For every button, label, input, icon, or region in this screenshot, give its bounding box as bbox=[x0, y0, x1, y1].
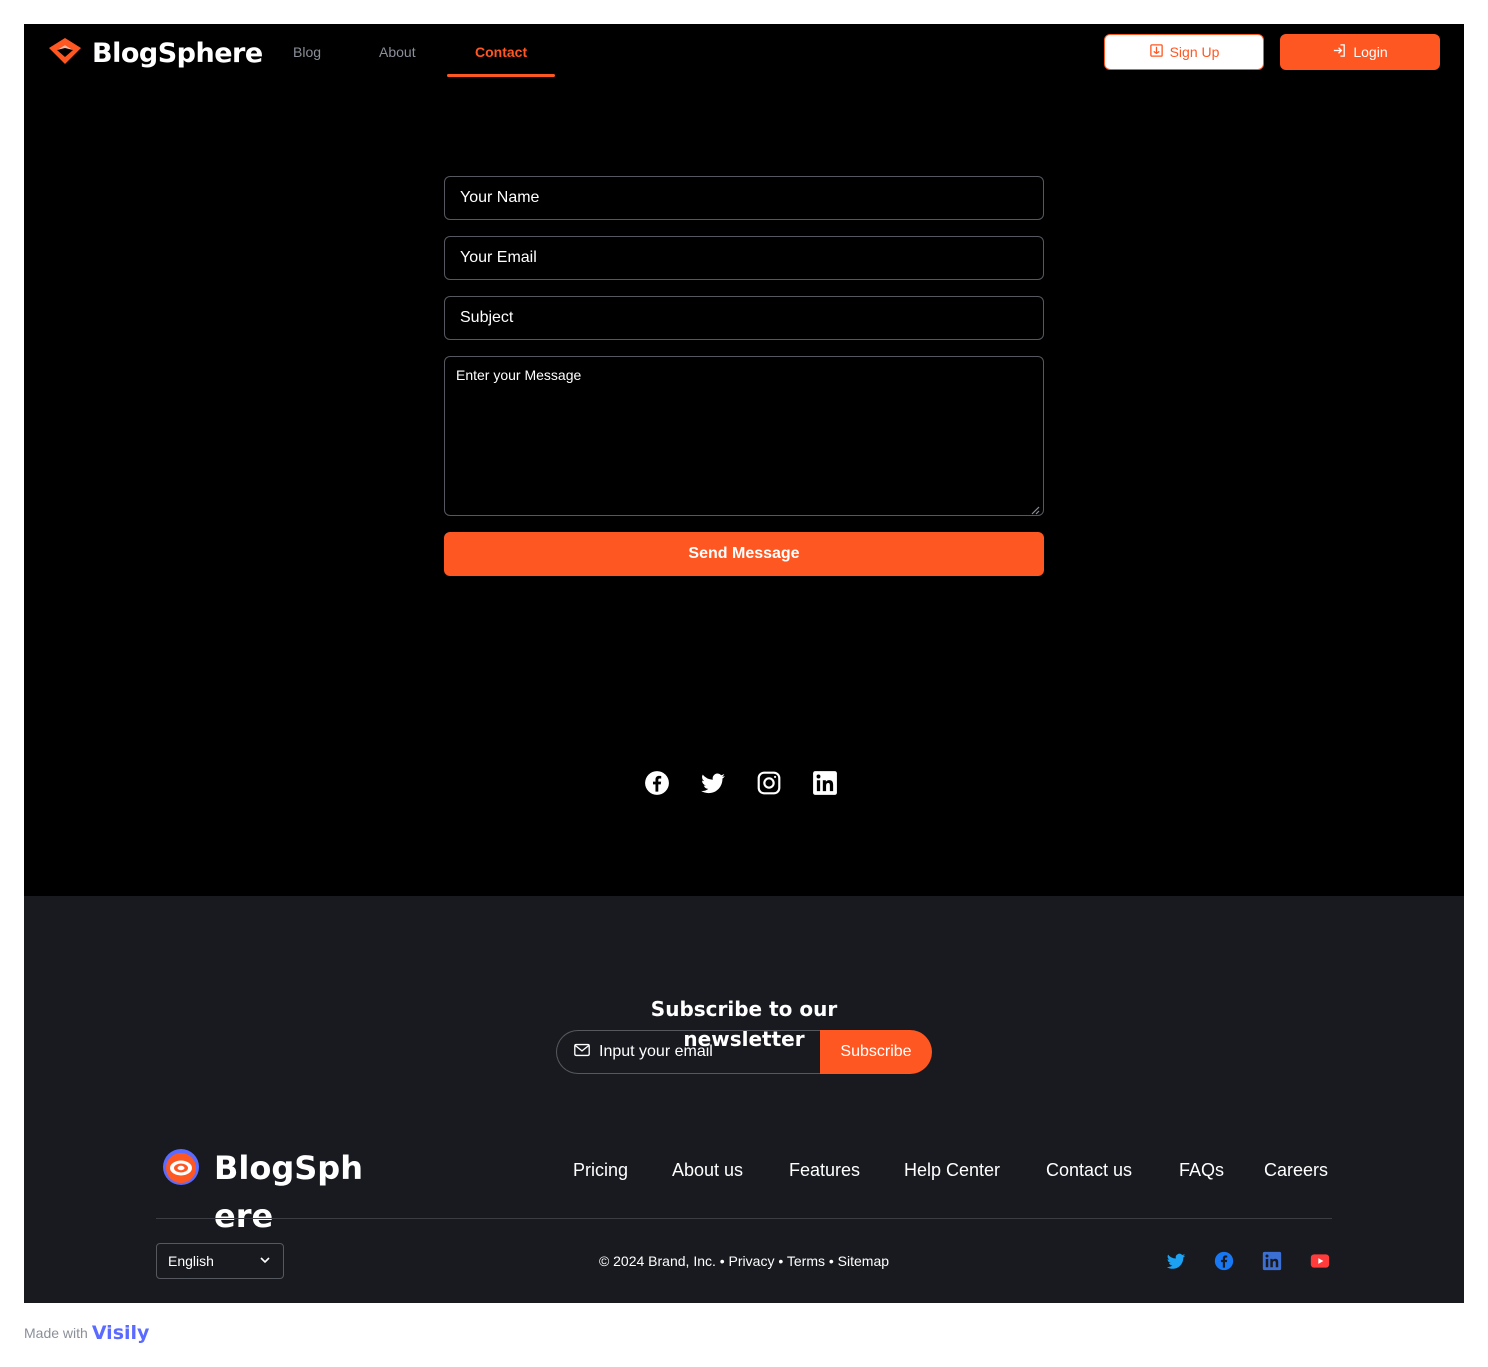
send-message-label: Send Message bbox=[688, 545, 800, 562]
footer-link-about-us[interactable]: About us bbox=[672, 1160, 743, 1181]
nav-contact[interactable]: Contact bbox=[475, 44, 527, 60]
message-placeholder: Enter your Message bbox=[456, 367, 582, 383]
linkedin-icon[interactable] bbox=[812, 770, 838, 796]
footer-link-faqs[interactable]: FAQs bbox=[1179, 1160, 1224, 1181]
facebook-icon[interactable] bbox=[644, 770, 670, 796]
footer-links: Pricing About us Features Help Center Co… bbox=[24, 1160, 1464, 1182]
newsletter-email-placeholder: Input your email bbox=[599, 1043, 713, 1060]
footer-link-help-center[interactable]: Help Center bbox=[904, 1160, 1000, 1181]
signup-icon bbox=[1149, 43, 1164, 61]
linkedin-icon[interactable] bbox=[1262, 1251, 1282, 1271]
language-value: English bbox=[168, 1253, 214, 1269]
footer-link-careers[interactable]: Careers bbox=[1264, 1160, 1328, 1181]
message-field[interactable]: Enter your Message bbox=[444, 356, 1044, 516]
social-links bbox=[644, 770, 838, 796]
footer-link-features[interactable]: Features bbox=[789, 1160, 860, 1181]
youtube-icon[interactable] bbox=[1310, 1251, 1330, 1271]
footer: Subscribe to our newsletter Input your e… bbox=[24, 896, 1464, 1303]
made-with-badge[interactable]: Made with Visily bbox=[24, 1322, 149, 1344]
subject-field[interactable]: Subject bbox=[444, 296, 1044, 340]
subscribe-button[interactable]: Subscribe bbox=[820, 1030, 932, 1074]
copyright-text: © 2024 Brand, Inc. • Privacy • Terms • S… bbox=[598, 1253, 890, 1269]
contact-section: Your Name Your Email Subject Enter your … bbox=[24, 80, 1464, 896]
footer-social-links bbox=[1166, 1251, 1330, 1271]
facebook-icon[interactable] bbox=[1214, 1251, 1234, 1271]
brand-name: BlogSphere bbox=[92, 38, 263, 69]
made-with-label: Made with bbox=[24, 1325, 88, 1341]
footer-link-contact-us[interactable]: Contact us bbox=[1046, 1160, 1132, 1181]
twitter-icon[interactable] bbox=[1166, 1251, 1186, 1271]
nav-active-indicator bbox=[447, 74, 555, 77]
chevron-down-icon bbox=[258, 1253, 272, 1270]
login-label: Login bbox=[1353, 44, 1388, 60]
visily-logo: Visily bbox=[91, 1322, 150, 1344]
mail-icon bbox=[573, 1041, 591, 1064]
footer-link-pricing[interactable]: Pricing bbox=[573, 1160, 628, 1181]
newsletter-email-input[interactable]: Input your email bbox=[556, 1030, 820, 1074]
page-frame: BlogSphere Blog About Contact Sign Up Lo… bbox=[24, 24, 1464, 1303]
twitter-icon[interactable] bbox=[700, 770, 726, 796]
brand-logo[interactable]: BlogSphere bbox=[48, 36, 263, 71]
sign-up-button[interactable]: Sign Up bbox=[1104, 34, 1264, 70]
newsletter-form: Input your email Subscribe bbox=[556, 1030, 932, 1074]
nav-about[interactable]: About bbox=[379, 44, 416, 60]
login-button[interactable]: Login bbox=[1280, 34, 1440, 70]
subject-placeholder: Subject bbox=[460, 309, 514, 326]
footer-brand-name: BlogSphere bbox=[214, 1149, 363, 1235]
logo-icon bbox=[48, 36, 82, 71]
send-message-button[interactable]: Send Message bbox=[444, 532, 1044, 576]
name-field[interactable]: Your Name bbox=[444, 176, 1044, 220]
email-field[interactable]: Your Email bbox=[444, 236, 1044, 280]
footer-divider bbox=[156, 1218, 1332, 1219]
language-select[interactable]: English bbox=[156, 1243, 284, 1279]
login-icon bbox=[1332, 43, 1347, 61]
instagram-icon[interactable] bbox=[756, 770, 782, 796]
nav-blog[interactable]: Blog bbox=[293, 44, 321, 60]
name-placeholder: Your Name bbox=[460, 189, 540, 206]
resize-handle-icon[interactable] bbox=[1030, 502, 1040, 515]
subscribe-label: Subscribe bbox=[840, 1043, 912, 1060]
email-placeholder: Your Email bbox=[460, 249, 537, 266]
header: BlogSphere Blog About Contact Sign Up Lo… bbox=[24, 24, 1464, 80]
sign-up-label: Sign Up bbox=[1169, 44, 1220, 60]
